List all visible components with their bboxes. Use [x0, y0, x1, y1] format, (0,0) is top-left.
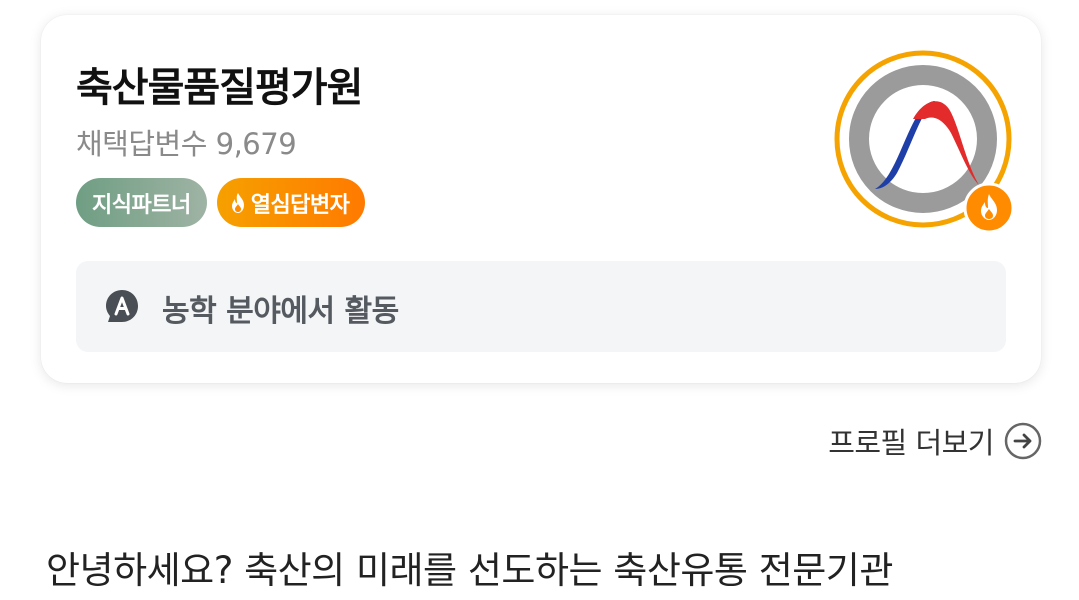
- activity-field: 농학 분야에서 활동: [76, 261, 1006, 352]
- fire-icon: [963, 182, 1015, 234]
- fire-icon: [231, 192, 244, 213]
- badge-knowledge-partner: 지식파트너: [76, 178, 207, 227]
- expert-profile-card[interactable]: 축산물품질평가원 채택답변수 9,679 지식파트너 열심답변자 농학 분야에서…: [41, 15, 1041, 383]
- a-circle-icon: [106, 290, 138, 322]
- answer-stats: 채택답변수 9,679: [76, 121, 297, 163]
- badge-label: 지식파트너: [92, 192, 191, 218]
- profile-more-label: 프로필 더보기: [828, 426, 994, 460]
- intro-text: 안녕하세요? 축산의 미래를 선도하는 축산유통 전문기관: [46, 549, 893, 592]
- stats-label: 채택답변수: [76, 127, 207, 161]
- badge-list: 지식파트너 열심답변자: [76, 178, 366, 227]
- stats-value: 9,679: [215, 127, 297, 161]
- activity-field-text: 농학 분야에서 활동: [162, 294, 399, 329]
- profile-more-link[interactable]: 프로필 더보기: [828, 420, 1042, 462]
- profile-name: 축산물품질평가원: [76, 65, 363, 111]
- badge-hard-answerer: 열심답변자: [216, 178, 366, 227]
- arrow-right-circle-icon: [1004, 422, 1042, 460]
- badge-label: 열심답변자: [250, 192, 350, 218]
